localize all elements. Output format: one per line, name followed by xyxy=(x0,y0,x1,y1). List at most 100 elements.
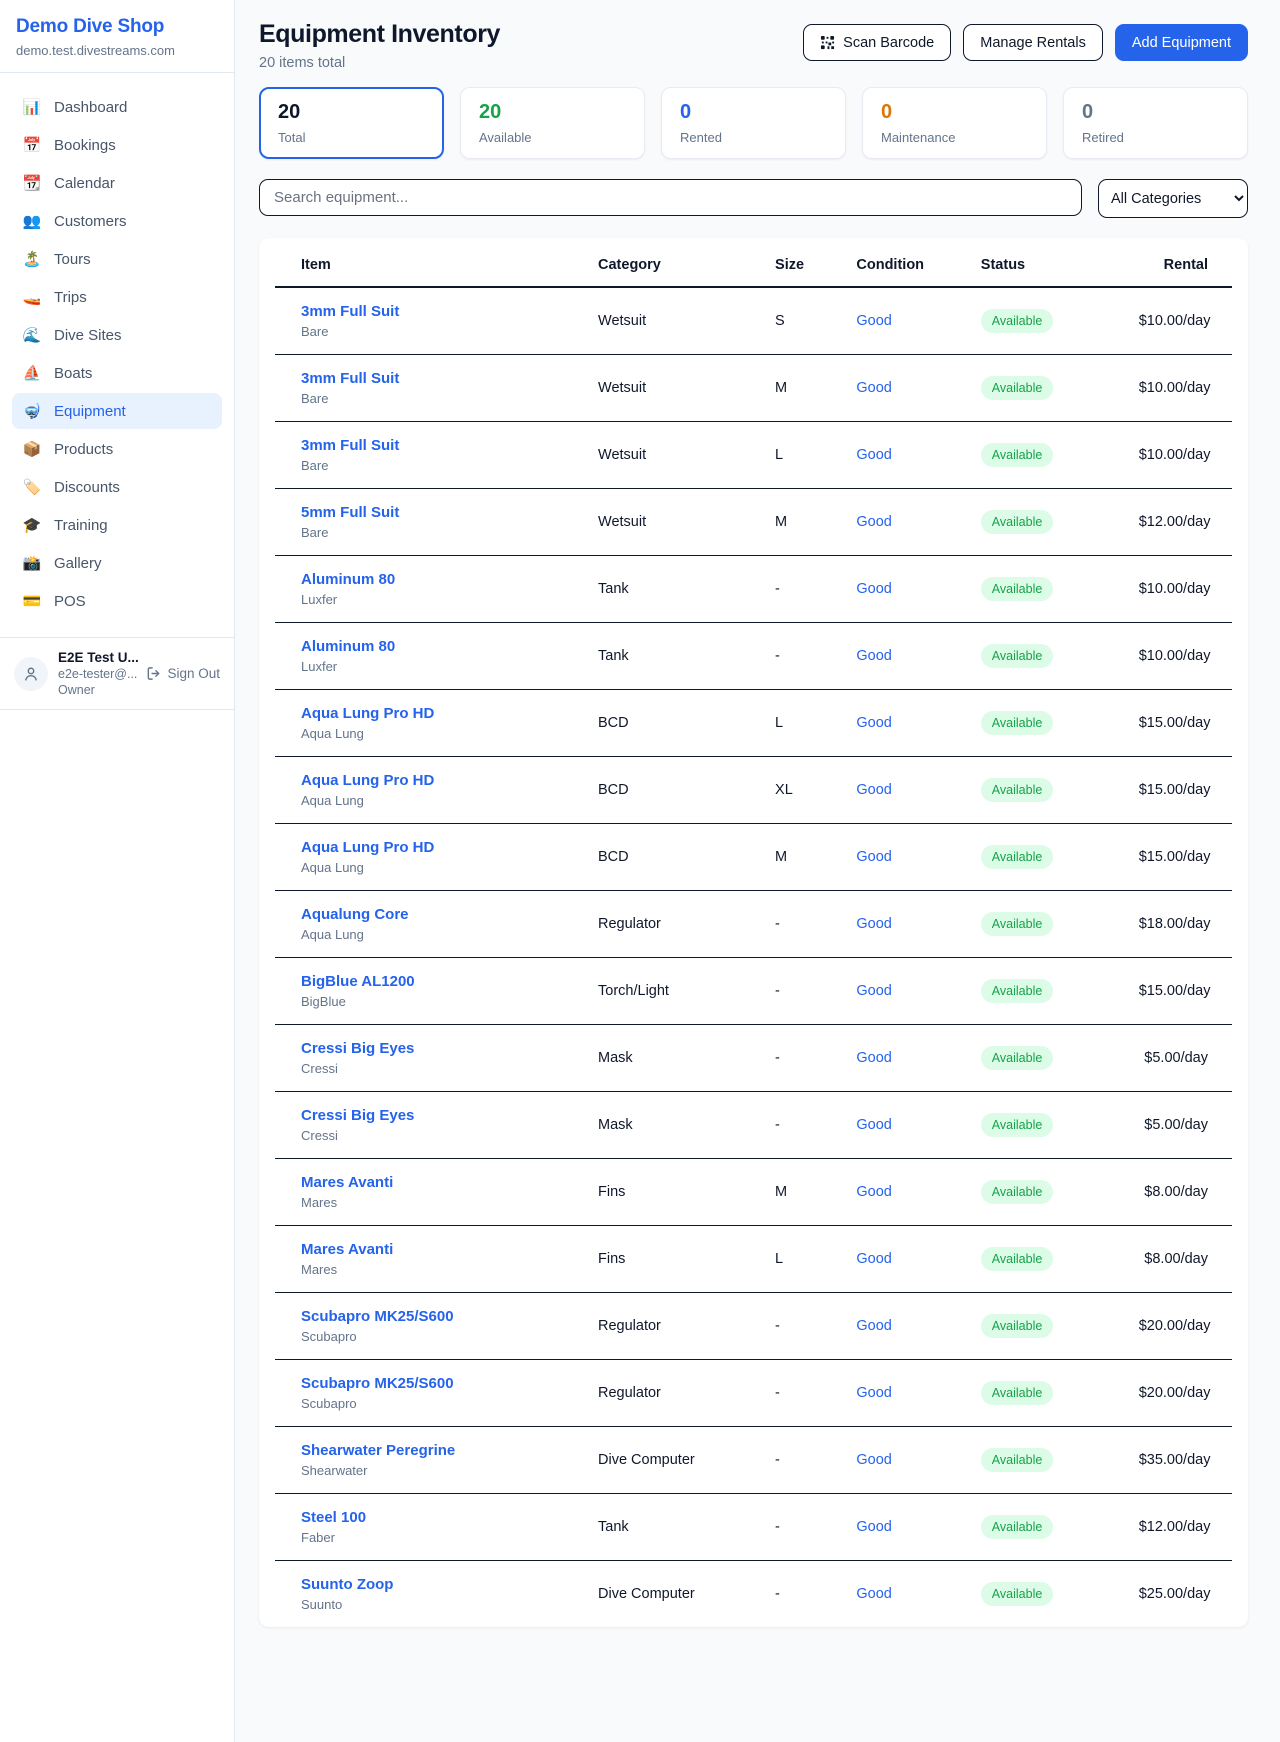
item-condition-link[interactable]: Good xyxy=(856,1184,891,1200)
item-condition-link[interactable]: Good xyxy=(856,313,891,329)
item-name-link[interactable]: 3mm Full Suit xyxy=(301,303,574,320)
status-badge: Available xyxy=(981,1113,1054,1137)
sidebar-item-dive-sites[interactable]: 🌊 Dive Sites xyxy=(12,317,222,353)
sidebar-item-dashboard[interactable]: 📊 Dashboard xyxy=(12,89,222,125)
item-name-link[interactable]: Mares Avanti xyxy=(301,1174,574,1191)
sidebar-item-boats[interactable]: ⛵ Boats xyxy=(12,355,222,391)
item-name-link[interactable]: Aqua Lung Pro HD xyxy=(301,705,574,722)
table-row[interactable]: 3mm Full Suit Bare Wetsuit S Good Availa… xyxy=(275,287,1232,355)
table-row[interactable]: Cressi Big Eyes Cressi Mask - Good Avail… xyxy=(275,1025,1232,1092)
item-name-link[interactable]: Scubapro MK25/S600 xyxy=(301,1375,574,1392)
table-row[interactable]: Scubapro MK25/S600 Scubapro Regulator - … xyxy=(275,1293,1232,1360)
item-category: Fins xyxy=(586,1159,763,1226)
item-name-link[interactable]: Scubapro MK25/S600 xyxy=(301,1308,574,1325)
table-row[interactable]: Aqua Lung Pro HD Aqua Lung BCD M Good Av… xyxy=(275,824,1232,891)
item-condition-link[interactable]: Good xyxy=(856,916,891,932)
speedboat-icon: 🚤 xyxy=(22,288,42,306)
item-condition-link[interactable]: Good xyxy=(856,1318,891,1334)
table-row[interactable]: Aqua Lung Pro HD Aqua Lung BCD L Good Av… xyxy=(275,690,1232,757)
sidebar-item-discounts[interactable]: 🏷️ Discounts xyxy=(12,469,222,505)
item-name-link[interactable]: Cressi Big Eyes xyxy=(301,1040,574,1057)
item-name-link[interactable]: BigBlue AL1200 xyxy=(301,973,574,990)
table-row[interactable]: Aluminum 80 Luxfer Tank - Good Available… xyxy=(275,623,1232,690)
category-select[interactable]: All Categories xyxy=(1098,179,1248,218)
stat-label: Total xyxy=(278,130,425,145)
table-row[interactable]: BigBlue AL1200 BigBlue Torch/Light - Goo… xyxy=(275,958,1232,1025)
item-name-link[interactable]: Suunto Zoop xyxy=(301,1576,574,1593)
sidebar-item-training[interactable]: 🎓 Training xyxy=(12,507,222,543)
table-row[interactable]: Shearwater Peregrine Shearwater Dive Com… xyxy=(275,1427,1232,1494)
item-category: Regulator xyxy=(586,1360,763,1427)
sign-out-button[interactable]: Sign Out xyxy=(146,666,220,681)
item-brand: Scubapro xyxy=(301,1329,574,1344)
item-name-link[interactable]: Aluminum 80 xyxy=(301,638,574,655)
table-row[interactable]: Aqualung Core Aqua Lung Regulator - Good… xyxy=(275,891,1232,958)
table-row[interactable]: Mares Avanti Mares Fins L Good Available… xyxy=(275,1226,1232,1293)
sidebar-item-tours[interactable]: 🏝️ Tours xyxy=(12,241,222,277)
stat-card-available[interactable]: 20 Available xyxy=(460,87,645,159)
sidebar-item-trips[interactable]: 🚤 Trips xyxy=(12,279,222,315)
item-name-link[interactable]: 5mm Full Suit xyxy=(301,504,574,521)
sidebar-item-gallery[interactable]: 📸 Gallery xyxy=(12,545,222,581)
item-condition-link[interactable]: Good xyxy=(856,849,891,865)
equipment-table-card: Item Category Size Condition Status Rent… xyxy=(259,238,1248,1627)
item-condition-link[interactable]: Good xyxy=(856,1385,891,1401)
item-condition-link[interactable]: Good xyxy=(856,1586,891,1602)
sidebar-item-bookings[interactable]: 📅 Bookings xyxy=(12,127,222,163)
item-condition-link[interactable]: Good xyxy=(856,1251,891,1267)
item-size: L xyxy=(763,422,844,489)
table-row[interactable]: Steel 100 Faber Tank - Good Available $1… xyxy=(275,1494,1232,1561)
table-row[interactable]: Scubapro MK25/S600 Scubapro Regulator - … xyxy=(275,1360,1232,1427)
item-condition-link[interactable]: Good xyxy=(856,1117,891,1133)
item-name-link[interactable]: Aqualung Core xyxy=(301,906,574,923)
item-name-link[interactable]: Aluminum 80 xyxy=(301,571,574,588)
item-name-link[interactable]: Steel 100 xyxy=(301,1509,574,1526)
item-condition-link[interactable]: Good xyxy=(856,983,891,999)
stat-card-retired[interactable]: 0 Retired xyxy=(1063,87,1248,159)
item-condition-link[interactable]: Good xyxy=(856,514,891,530)
table-row[interactable]: Aluminum 80 Luxfer Tank - Good Available… xyxy=(275,556,1232,623)
item-condition-link[interactable]: Good xyxy=(856,1452,891,1468)
sidebar-item-equipment[interactable]: 🤿 Equipment xyxy=(12,393,222,429)
stat-card-rented[interactable]: 0 Rented xyxy=(661,87,846,159)
search-input[interactable] xyxy=(259,179,1082,216)
item-name-link[interactable]: Aqua Lung Pro HD xyxy=(301,772,574,789)
table-row[interactable]: 5mm Full Suit Bare Wetsuit M Good Availa… xyxy=(275,489,1232,556)
table-row[interactable]: Mares Avanti Mares Fins M Good Available… xyxy=(275,1159,1232,1226)
item-condition-link[interactable]: Good xyxy=(856,648,891,664)
calendar-date-icon: 📅 xyxy=(22,136,42,154)
item-name-link[interactable]: Aqua Lung Pro HD xyxy=(301,839,574,856)
sidebar-item-label: Dive Sites xyxy=(54,327,122,344)
sidebar-item-products[interactable]: 📦 Products xyxy=(12,431,222,467)
item-condition-link[interactable]: Good xyxy=(856,782,891,798)
item-name-link[interactable]: Mares Avanti xyxy=(301,1241,574,1258)
stat-label: Retired xyxy=(1082,130,1229,145)
table-row[interactable]: 3mm Full Suit Bare Wetsuit L Good Availa… xyxy=(275,422,1232,489)
item-condition-link[interactable]: Good xyxy=(856,581,891,597)
table-row[interactable]: Cressi Big Eyes Cressi Mask - Good Avail… xyxy=(275,1092,1232,1159)
stat-card-maintenance[interactable]: 0 Maintenance xyxy=(862,87,1047,159)
item-brand: Bare xyxy=(301,391,574,406)
item-rental-rate: $10.00/day xyxy=(1127,422,1232,489)
sidebar-item-customers[interactable]: 👥 Customers xyxy=(12,203,222,239)
table-row[interactable]: Aqua Lung Pro HD Aqua Lung BCD XL Good A… xyxy=(275,757,1232,824)
table-row[interactable]: Suunto Zoop Suunto Dive Computer - Good … xyxy=(275,1561,1232,1628)
item-name-link[interactable]: 3mm Full Suit xyxy=(301,370,574,387)
item-condition-link[interactable]: Good xyxy=(856,447,891,463)
item-name-link[interactable]: Cressi Big Eyes xyxy=(301,1107,574,1124)
add-equipment-button[interactable]: Add Equipment xyxy=(1115,24,1248,61)
status-badge: Available xyxy=(981,1515,1054,1539)
manage-rentals-button[interactable]: Manage Rentals xyxy=(963,24,1103,61)
item-rental-rate: $15.00/day xyxy=(1127,824,1232,891)
item-condition-link[interactable]: Good xyxy=(856,380,891,396)
item-condition-link[interactable]: Good xyxy=(856,1050,891,1066)
sidebar-item-pos[interactable]: 💳 POS xyxy=(12,583,222,619)
sidebar-item-calendar[interactable]: 📆 Calendar xyxy=(12,165,222,201)
table-row[interactable]: 3mm Full Suit Bare Wetsuit M Good Availa… xyxy=(275,355,1232,422)
item-condition-link[interactable]: Good xyxy=(856,1519,891,1535)
item-name-link[interactable]: 3mm Full Suit xyxy=(301,437,574,454)
stat-card-total[interactable]: 20 Total xyxy=(259,87,444,159)
scan-barcode-button[interactable]: Scan Barcode xyxy=(803,24,951,61)
item-condition-link[interactable]: Good xyxy=(856,715,891,731)
item-name-link[interactable]: Shearwater Peregrine xyxy=(301,1442,574,1459)
